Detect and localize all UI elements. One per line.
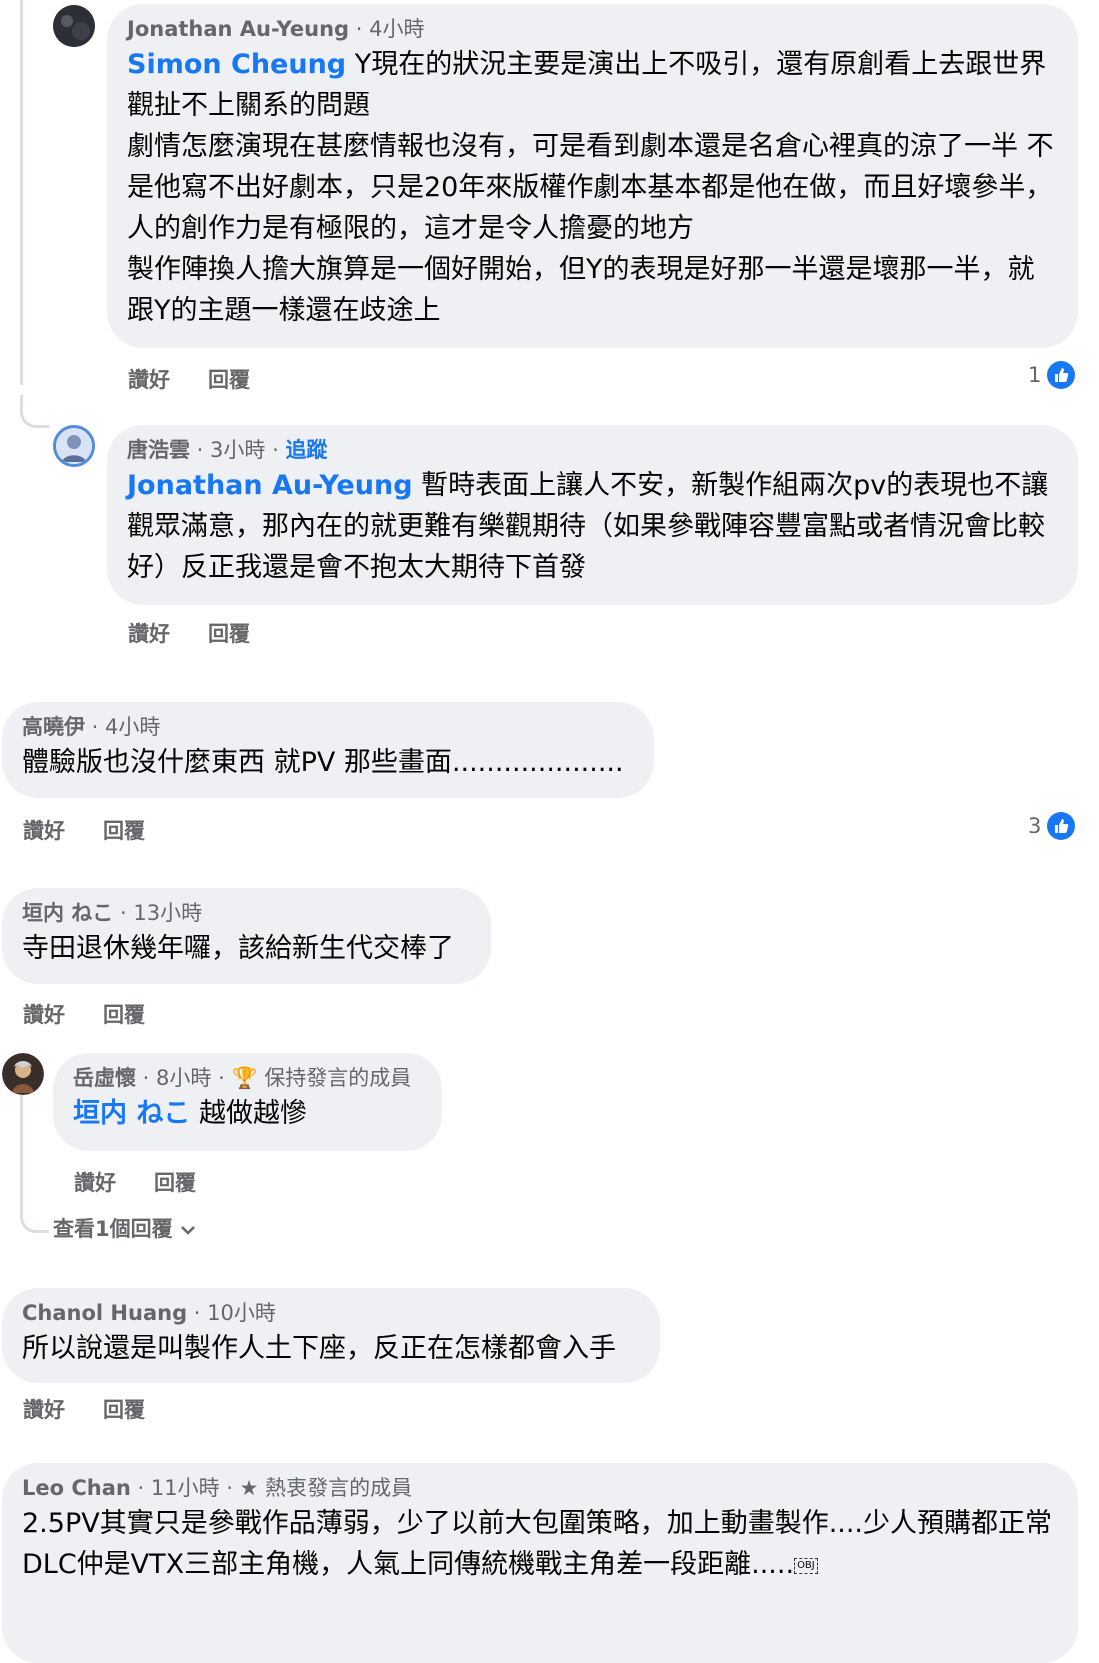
- comment-bubble: 高曉伊 · 4小時 體驗版也沒什麼東西 就PV 那些畫面............…: [2, 702, 654, 798]
- comment-time[interactable]: 4小時: [105, 715, 160, 739]
- comment-actions: 讚好 回覆: [128, 364, 288, 394]
- trophy-icon: 🏆: [231, 1066, 258, 1090]
- view-replies-link[interactable]: 查看1個回覆: [53, 1213, 195, 1243]
- mention-tag[interactable]: Jonathan Au-Yeung: [127, 470, 413, 501]
- thread-line: [20, 0, 23, 385]
- like-button[interactable]: 讚好: [128, 368, 170, 392]
- reply-button[interactable]: 回覆: [103, 1003, 145, 1027]
- chevron-down-icon: [180, 1216, 195, 1240]
- comment-author[interactable]: 岳虛懷: [73, 1066, 136, 1090]
- comment-author[interactable]: Chanol Huang: [22, 1301, 187, 1325]
- comment-time[interactable]: 3小時: [210, 438, 265, 462]
- reply-button[interactable]: 回覆: [208, 368, 250, 392]
- reply-button[interactable]: 回覆: [103, 819, 145, 843]
- like-button[interactable]: 讚好: [23, 1003, 65, 1027]
- comment-time[interactable]: 13小時: [133, 901, 202, 925]
- like-icon: [1047, 361, 1076, 389]
- member-badge: 保持發言的成員: [264, 1066, 412, 1090]
- reply-button[interactable]: 回覆: [154, 1171, 196, 1195]
- avatar[interactable]: [53, 425, 95, 467]
- comment-text: 2.5PV其實只是參戰作品薄弱，少了以前大包圍策略，加上動畫製作....少人預購…: [22, 1508, 1053, 1580]
- comment-author[interactable]: 垣内 ねこ: [22, 901, 113, 925]
- avatar[interactable]: [53, 5, 95, 47]
- reaction-count[interactable]: 3: [1028, 812, 1076, 840]
- like-button[interactable]: 讚好: [128, 622, 170, 646]
- star-icon: ★: [239, 1476, 259, 1500]
- comment-author[interactable]: 高曉伊: [22, 715, 85, 739]
- obj-icon: OBJ: [794, 1557, 818, 1574]
- comment-text: 寺田退休幾年囉，該給新生代交棒了: [22, 933, 454, 964]
- like-button[interactable]: 讚好: [23, 819, 65, 843]
- comment-time[interactable]: 11小時: [151, 1476, 220, 1500]
- comment-actions: 讚好 回覆: [128, 618, 288, 648]
- comment-text: Jonathan Au-Yeung 暫時表面上讓人不安，新製作組兩次pv的表現也…: [127, 470, 1049, 583]
- comment-text: Simon Cheung Y現在的狀況主要是演出上不吸引，還有原創看上去跟世界觀…: [127, 49, 1054, 326]
- comment-author[interactable]: Jonathan Au-Yeung: [127, 17, 349, 41]
- comment-text: 體驗版也沒什麼東西 就PV 那些畫面....................: [22, 747, 624, 778]
- comment-bubble: 唐浩雲 · 3小時 · 追蹤 Jonathan Au-Yeung 暫時表面上讓人…: [107, 425, 1078, 605]
- reaction-count[interactable]: 1: [1028, 361, 1076, 389]
- comment-bubble: Chanol Huang · 10小時 所以說還是叫製作人土下座，反正在怎樣都會…: [2, 1288, 660, 1383]
- comment-text: 所以說還是叫製作人土下座，反正在怎樣都會入手: [22, 1333, 616, 1364]
- reply-button[interactable]: 回覆: [208, 622, 250, 646]
- comment-actions: 讚好 回覆: [23, 999, 183, 1029]
- comment-bubble: Leo Chan · 11小時 · ★ 熱衷發言的成員 2.5PV其實只是參戰作…: [2, 1463, 1078, 1663]
- member-badge: 熱衷發言的成員: [265, 1476, 413, 1500]
- comment-author[interactable]: 唐浩雲: [127, 438, 190, 462]
- comment-bubble: Jonathan Au-Yeung · 4小時 Simon Cheung Y現在…: [107, 4, 1078, 348]
- like-icon: [1047, 812, 1076, 840]
- mention-tag[interactable]: Simon Cheung: [127, 49, 346, 80]
- comment-actions: 讚好 回覆: [23, 815, 183, 845]
- comment-author[interactable]: Leo Chan: [22, 1476, 131, 1500]
- comment-time[interactable]: 4小時: [369, 17, 424, 41]
- follow-button[interactable]: 追蹤: [285, 438, 327, 462]
- reply-button[interactable]: 回覆: [103, 1398, 145, 1422]
- like-button[interactable]: 讚好: [74, 1171, 116, 1195]
- comment-actions: 讚好 回覆: [23, 1394, 183, 1424]
- thread-curve: [20, 395, 49, 428]
- comment-bubble: 岳虛懷 · 8小時 · 🏆 保持發言的成員 垣内 ねこ 越做越慘: [53, 1053, 442, 1151]
- comment-actions: 讚好 回覆: [74, 1167, 234, 1197]
- comment-text: 垣内 ねこ 越做越慘: [73, 1098, 307, 1129]
- comment-time[interactable]: 8小時: [156, 1066, 211, 1090]
- comment-time[interactable]: 10小時: [207, 1301, 276, 1325]
- avatar[interactable]: [2, 1053, 44, 1095]
- like-button[interactable]: 讚好: [23, 1398, 65, 1422]
- mention-tag[interactable]: 垣内 ねこ: [73, 1098, 190, 1129]
- comment-bubble: 垣内 ねこ · 13小時 寺田退休幾年囉，該給新生代交棒了: [2, 888, 491, 984]
